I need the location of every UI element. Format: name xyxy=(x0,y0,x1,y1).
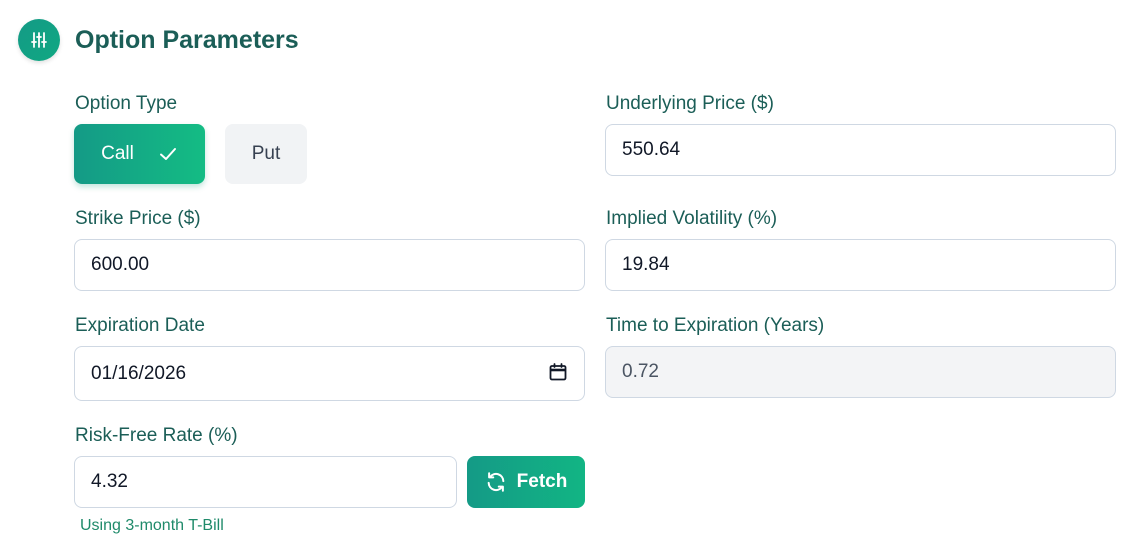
strike-price-input[interactable]: 600.00 xyxy=(74,239,585,291)
time-to-expiration-value: 0.72 xyxy=(622,361,659,382)
expiration-date-input[interactable]: 01/16/2026 xyxy=(74,346,585,401)
put-label: Put xyxy=(251,143,281,164)
implied-volatility-input[interactable]: 19.84 xyxy=(605,239,1116,291)
underlying-price-input[interactable]: 550.64 xyxy=(605,124,1116,176)
option-parameters-panel: Option Parameters Option Type Call Put U… xyxy=(0,0,1142,552)
option-type-label: Option Type xyxy=(75,93,178,114)
time-to-expiration-field: 0.72 xyxy=(605,346,1116,398)
implied-volatility-value: 19.84 xyxy=(622,254,670,275)
call-toggle-button[interactable]: Call xyxy=(74,124,205,184)
risk-free-rate-input[interactable]: 4.32 xyxy=(74,456,457,508)
risk-free-rate-hint: Using 3-month T-Bill xyxy=(80,517,224,534)
expiration-date-label: Expiration Date xyxy=(75,315,205,336)
calendar-icon[interactable] xyxy=(548,362,568,382)
put-toggle-button[interactable]: Put xyxy=(225,124,307,184)
implied-volatility-label: Implied Volatility (%) xyxy=(606,208,778,229)
underlying-price-value: 550.64 xyxy=(622,139,681,160)
call-label: Call xyxy=(101,143,134,164)
sliders-icon xyxy=(18,19,60,61)
section-title: Option Parameters xyxy=(75,26,299,54)
strike-price-label: Strike Price ($) xyxy=(75,208,201,229)
expiration-date-value: 01/16/2026 xyxy=(91,362,187,384)
refresh-icon xyxy=(485,471,507,493)
risk-free-rate-value: 4.32 xyxy=(91,471,128,492)
fetch-label: Fetch xyxy=(516,471,568,492)
underlying-price-label: Underlying Price ($) xyxy=(606,93,774,114)
time-to-expiration-label: Time to Expiration (Years) xyxy=(606,315,825,336)
strike-price-value: 600.00 xyxy=(91,254,150,275)
fetch-button[interactable]: Fetch xyxy=(467,456,585,508)
risk-free-rate-label: Risk-Free Rate (%) xyxy=(75,425,238,446)
check-icon xyxy=(158,144,178,164)
